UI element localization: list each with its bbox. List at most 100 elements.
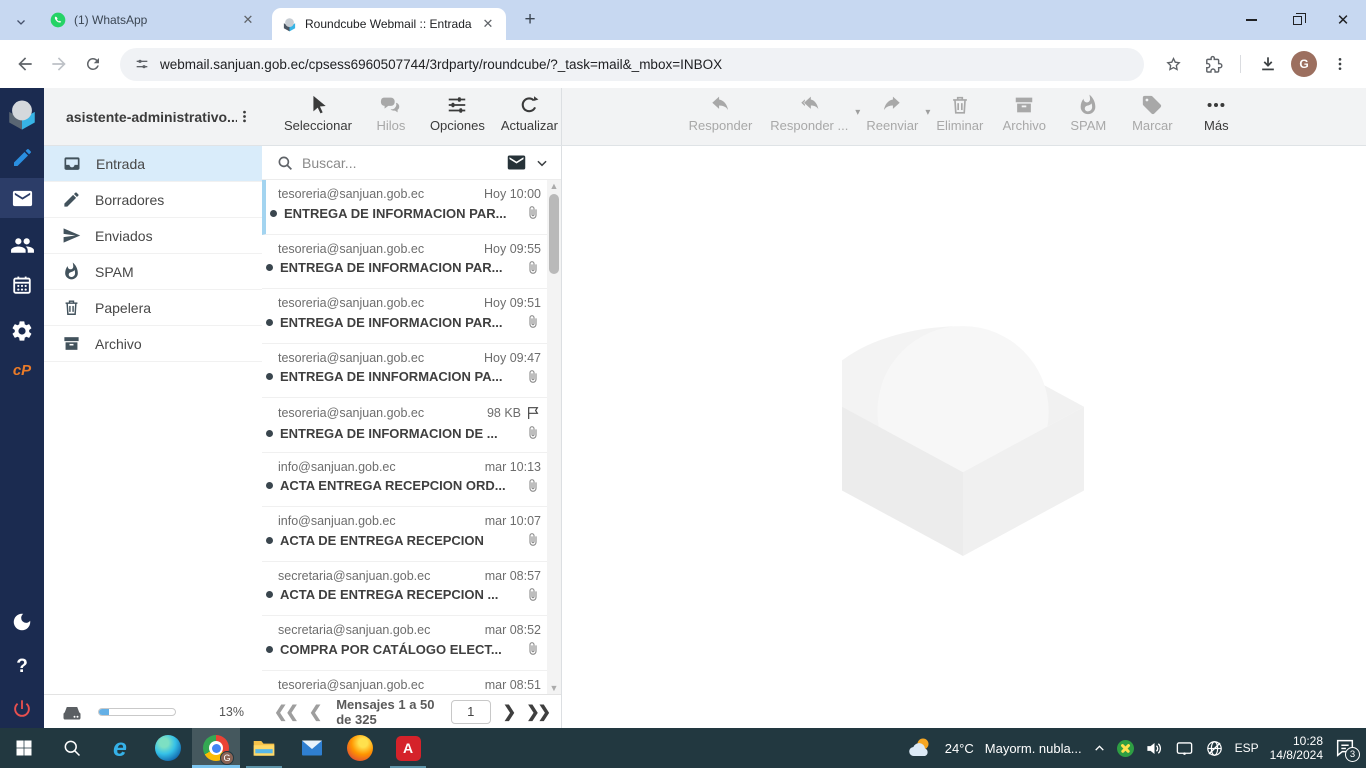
dropdown-caret[interactable]: ▾: [925, 107, 930, 118]
first-page-button[interactable]: ❮❮: [274, 702, 297, 722]
message-row[interactable]: tesoreria@sanjuan.gob.ec 98 KB ENTREGA D…: [262, 398, 547, 453]
message-row[interactable]: secretaria@sanjuan.gob.ec mar 08:52 COMP…: [262, 616, 547, 671]
message-row[interactable]: tesoreria@sanjuan.gob.ec mar 08:51: [262, 671, 547, 695]
extensions-button[interactable]: [1196, 47, 1230, 81]
forward-button[interactable]: [42, 47, 76, 81]
select-button[interactable]: Seleccionar: [284, 94, 352, 133]
network-globe-icon[interactable]: [1205, 739, 1224, 758]
close-button[interactable]: ✕: [1320, 0, 1366, 40]
mark-button[interactable]: Marcar: [1129, 94, 1175, 133]
language-indicator[interactable]: ESP: [1235, 741, 1259, 755]
taskbar-edge-button[interactable]: [144, 728, 192, 768]
start-button[interactable]: [0, 728, 48, 768]
threads-button[interactable]: Hilos: [368, 94, 414, 133]
page-input[interactable]: [451, 700, 491, 724]
help-button[interactable]: ?: [0, 647, 44, 687]
dropdown-caret[interactable]: ▾: [855, 107, 860, 118]
restore-button[interactable]: [1274, 0, 1320, 40]
tab-search-button[interactable]: [6, 9, 36, 35]
scroll-up-icon[interactable]: ▲: [547, 181, 561, 191]
downloads-button[interactable]: [1251, 47, 1285, 81]
profile-avatar[interactable]: G: [1291, 51, 1317, 77]
compose-button[interactable]: [0, 138, 44, 178]
reply-button[interactable]: Responder: [689, 94, 753, 133]
refresh-button[interactable]: [76, 47, 110, 81]
folder-borradores[interactable]: Borradores: [44, 182, 262, 218]
message-row[interactable]: tesoreria@sanjuan.gob.ec Hoy 10:00 ENTRE…: [262, 180, 547, 235]
tab-whatsapp[interactable]: (1) WhatsApp ✕: [40, 0, 266, 40]
message-row[interactable]: tesoreria@sanjuan.gob.ec Hoy 09:47 ENTRE…: [262, 344, 547, 399]
taskbar-search-button[interactable]: [48, 728, 96, 768]
weather-icon[interactable]: [906, 736, 934, 760]
mail-nav-button[interactable]: [0, 178, 44, 218]
reply-icon: [709, 94, 731, 116]
message-meta: Hoy 09:47: [484, 351, 541, 365]
settings-nav-button[interactable]: [0, 311, 44, 351]
quota-progress: [98, 708, 176, 716]
options-button[interactable]: Opciones: [430, 94, 485, 133]
browser-menu-button[interactable]: [1323, 47, 1357, 81]
message-row[interactable]: info@sanjuan.gob.ec mar 10:13 ACTA ENTRE…: [262, 453, 547, 508]
last-page-button[interactable]: ❯❯: [526, 702, 549, 722]
dark-mode-button[interactable]: [0, 602, 44, 642]
cast-display-icon[interactable]: [1175, 739, 1194, 758]
pagination-label: Mensajes 1 a 50 de 325: [336, 697, 435, 727]
taskbar-mail-button[interactable]: [288, 728, 336, 768]
tab-close-icon[interactable]: ✕: [240, 12, 256, 28]
spam-button[interactable]: SPAM: [1065, 94, 1111, 133]
calendar-nav-button[interactable]: [0, 265, 44, 305]
folder-spam[interactable]: SPAM: [44, 254, 262, 290]
contacts-nav-button[interactable]: [0, 225, 44, 265]
minimize-button[interactable]: [1228, 0, 1274, 40]
folder-papelera[interactable]: Papelera: [44, 290, 262, 326]
more-button[interactable]: Más: [1193, 94, 1239, 133]
archive-button[interactable]: Archivo: [1001, 94, 1047, 133]
message-row[interactable]: info@sanjuan.gob.ec mar 10:07 ACTA DE EN…: [262, 507, 547, 562]
volume-icon[interactable]: [1145, 739, 1164, 758]
message-row[interactable]: tesoreria@sanjuan.gob.ec Hoy 09:51 ENTRE…: [262, 289, 547, 344]
tab-close-icon[interactable]: ✕: [480, 16, 496, 32]
taskbar-clock[interactable]: 10:28 14/8/2024: [1270, 734, 1323, 762]
url-bar[interactable]: webmail.sanjuan.gob.ec/cpsess6960507744/…: [120, 48, 1144, 81]
search-options-chevron-icon[interactable]: [535, 156, 549, 170]
message-meta: Hoy 09:55: [484, 242, 541, 256]
folder-archivo[interactable]: Archivo: [44, 326, 262, 362]
back-button[interactable]: [8, 47, 42, 81]
forward-icon: [49, 54, 69, 74]
taskbar-ie-button[interactable]: e: [96, 728, 144, 768]
taskbar-explorer-button[interactable]: [240, 728, 288, 768]
cpanel-button[interactable]: cP: [0, 350, 44, 390]
scrollbar-thumb[interactable]: [549, 194, 559, 274]
tab-roundcube[interactable]: Roundcube Webmail :: Entrada ✕: [272, 8, 506, 40]
taskbar-acrobat-button[interactable]: A: [384, 728, 432, 768]
chevron-down-icon: [15, 16, 27, 28]
antivirus-tray-icon[interactable]: [1117, 740, 1134, 757]
prev-page-button[interactable]: ❮: [309, 702, 320, 722]
search-scope-mail-icon[interactable]: [506, 152, 527, 173]
delete-button[interactable]: Eliminar: [936, 94, 983, 133]
weather-desc[interactable]: Mayorm. nubla...: [985, 741, 1082, 756]
list-scrollbar[interactable]: ▲ ▼: [547, 180, 561, 694]
message-row[interactable]: secretaria@sanjuan.gob.ec mar 08:57 ACTA…: [262, 562, 547, 617]
folder-entrada[interactable]: Entrada: [44, 146, 262, 182]
next-page-button[interactable]: ❯: [503, 702, 514, 722]
search-input[interactable]: [302, 155, 498, 171]
weather-temp[interactable]: 24°C: [945, 741, 974, 756]
folder-menu-button[interactable]: [237, 109, 252, 124]
message-row[interactable]: tesoreria@sanjuan.gob.ec Hoy 09:55 ENTRE…: [262, 235, 547, 290]
forward-button-mail[interactable]: Reenviar ▾: [866, 94, 918, 133]
new-tab-button[interactable]: +: [518, 9, 542, 33]
folder-enviados[interactable]: Enviados: [44, 218, 262, 254]
scroll-down-icon[interactable]: ▼: [547, 683, 561, 693]
taskbar-firefox-button[interactable]: [336, 728, 384, 768]
unread-dot: [266, 482, 273, 489]
reply-all-button[interactable]: Responder ... ▾: [770, 94, 848, 133]
tray-expand-chevron-icon[interactable]: [1093, 742, 1106, 755]
logout-button[interactable]: [0, 689, 44, 729]
refresh-mail-button[interactable]: Actualizar: [501, 94, 558, 133]
taskbar-chrome-button[interactable]: G: [192, 728, 240, 768]
action-center-button[interactable]: 3: [1334, 737, 1356, 759]
archive-icon: [1013, 94, 1035, 116]
close-icon: ✕: [1337, 11, 1350, 29]
bookmark-button[interactable]: [1156, 47, 1190, 81]
